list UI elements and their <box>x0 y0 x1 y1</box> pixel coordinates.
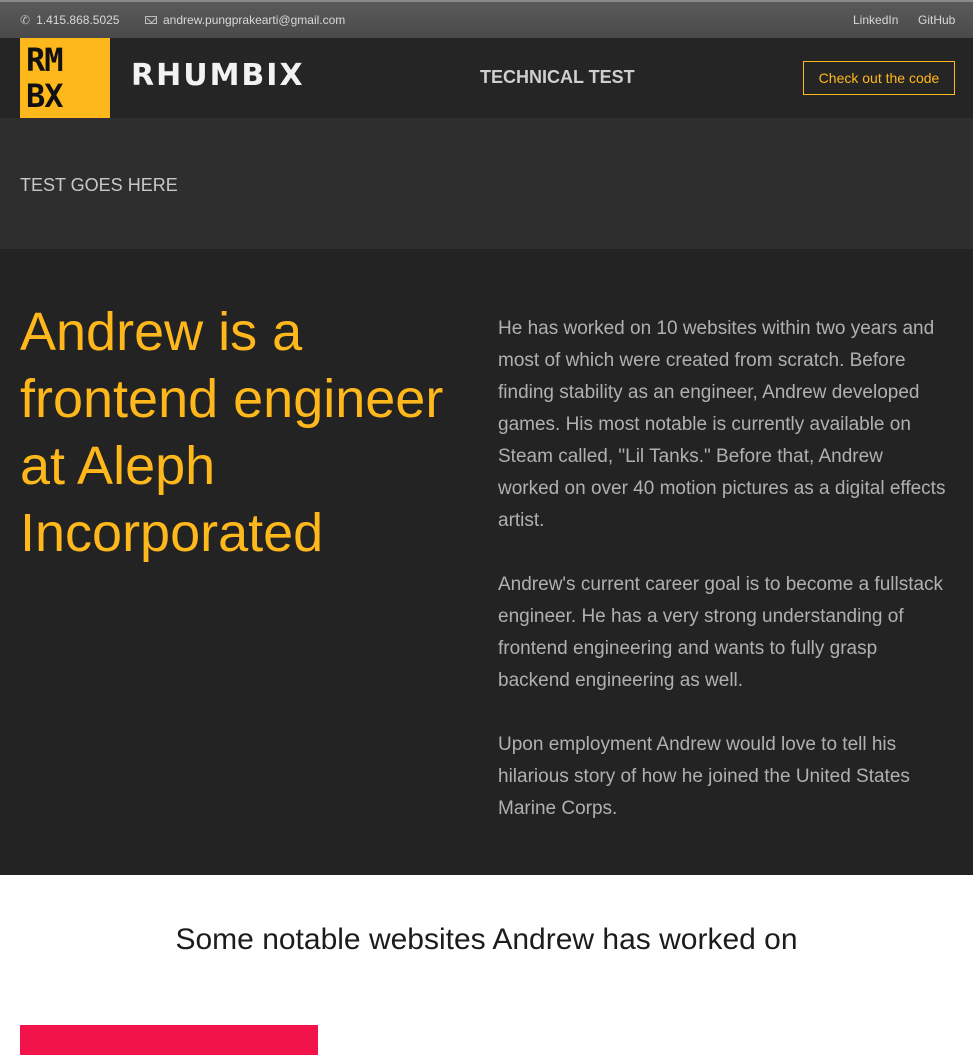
email-address: andrew.pungprakearti@gmail.com <box>163 13 346 27</box>
bio-paragraph: He has worked on 10 websites within two … <box>498 318 946 531</box>
top-contact-bar: ✆ 1.415.868.5025 andrew.pungprakearti@gm… <box>0 0 973 38</box>
check-code-button[interactable]: Check out the code <box>803 61 955 95</box>
about-bio: He has worked on 10 websites within two … <box>498 313 948 857</box>
about-section: Andrew is a frontend engineer at Aleph I… <box>0 249 973 875</box>
site-header: RM BX RHUMBIX TECHNICAL TEST Check out t… <box>0 38 973 118</box>
phone-icon: ✆ <box>20 13 31 27</box>
rhumbix-logo[interactable]: RM BX <box>20 38 110 118</box>
github-link[interactable]: GitHub <box>918 13 955 27</box>
works-section: Some notable websites Andrew has worked … <box>0 875 973 1055</box>
about-headline: Andrew is a frontend engineer at Aleph I… <box>20 302 444 563</box>
page-title: TECHNICAL TEST <box>480 67 635 87</box>
mail-icon <box>145 16 157 24</box>
logo-row-2: BX <box>26 77 64 115</box>
logo-row-1: RM <box>26 41 64 79</box>
brand-name[interactable]: RHUMBIX <box>131 58 305 93</box>
bio-paragraph: Upon employment Andrew would love to tel… <box>498 734 910 819</box>
email-contact[interactable]: andrew.pungprakearti@gmail.com <box>145 13 345 27</box>
test-placeholder-text: TEST GOES HERE <box>20 175 178 195</box>
phone-number: 1.415.868.5025 <box>36 13 120 27</box>
phone-contact[interactable]: ✆ 1.415.868.5025 <box>20 13 119 27</box>
test-section: TEST GOES HERE <box>0 118 973 249</box>
works-title: Some notable websites Andrew has worked … <box>175 923 798 956</box>
linkedin-link[interactable]: LinkedIn <box>853 13 898 27</box>
bio-paragraph: Andrew's current career goal is to becom… <box>498 574 944 691</box>
